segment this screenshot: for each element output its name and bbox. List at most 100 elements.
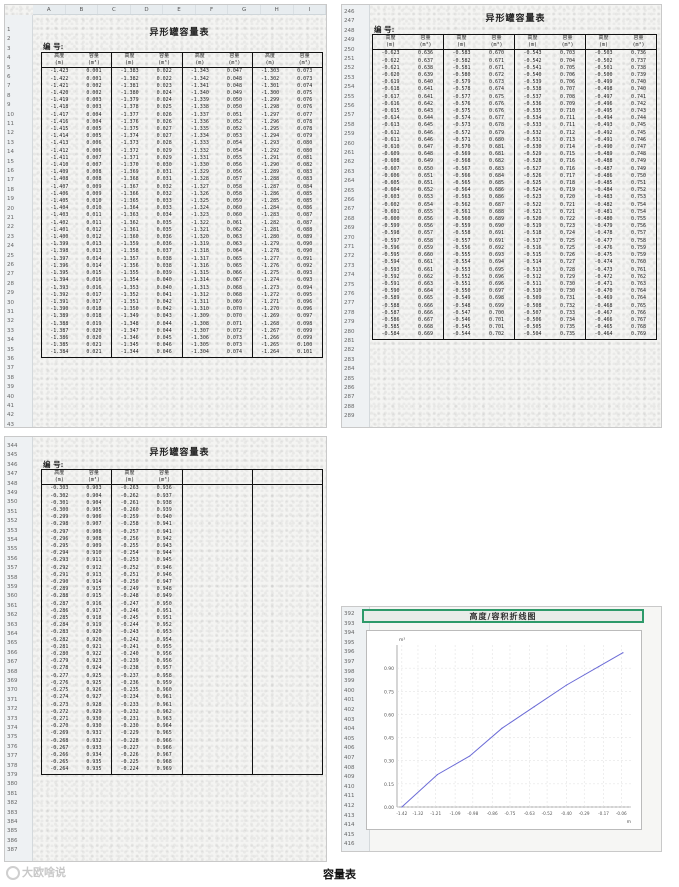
volume-cell[interactable]: 0.963 <box>147 716 182 723</box>
volume-cell[interactable]: 0.928 <box>77 702 112 709</box>
volume-cell[interactable]: 0.048 <box>217 83 252 90</box>
volume-cell[interactable]: 0.935 <box>77 759 112 766</box>
height-cell[interactable] <box>251 658 288 666</box>
height-cell[interactable] <box>181 759 218 767</box>
row-number[interactable]: 344 <box>5 443 33 449</box>
height-cell[interactable] <box>251 499 288 508</box>
volume-cell[interactable]: 0.094 <box>287 285 322 292</box>
volume-cell[interactable]: 0.941 <box>147 529 182 536</box>
volume-cell[interactable]: 0.054 <box>217 140 252 147</box>
volume-cell[interactable] <box>287 477 323 486</box>
volume-cell[interactable]: 0.099 <box>287 328 322 335</box>
volume-cell[interactable]: 0.730 <box>550 281 586 288</box>
height-cell[interactable]: -0.235 <box>111 687 147 695</box>
row-number[interactable]: 265 <box>342 188 370 194</box>
height-cell[interactable]: -0.548 <box>443 302 479 310</box>
height-cell[interactable]: -1.292 <box>251 147 288 155</box>
height-cell[interactable]: -0.505 <box>514 324 550 332</box>
row-number[interactable]: 9 <box>5 102 33 108</box>
volume-cell[interactable]: 0.935 <box>77 766 112 774</box>
volume-cell[interactable]: 0.927 <box>77 694 112 701</box>
height-cell[interactable]: -0.557 <box>443 237 479 245</box>
height-cell[interactable]: -1.407 <box>40 183 77 191</box>
volume-cell[interactable]: 0.919 <box>77 622 112 629</box>
volume-cell[interactable]: 0.088 <box>287 227 322 234</box>
height-cell[interactable] <box>251 701 288 709</box>
height-cell[interactable]: -1.304 <box>181 349 218 358</box>
volume-cell[interactable]: 0.049 <box>217 90 252 97</box>
height-cell[interactable]: -1.404 <box>40 205 77 213</box>
height-cell[interactable]: -1.350 <box>111 306 147 314</box>
volume-cell[interactable]: 0.702 <box>479 331 515 339</box>
volume-cell[interactable]: 0.698 <box>479 295 515 302</box>
volume-cell[interactable]: 0.961 <box>147 694 182 701</box>
volume-cell[interactable]: 0.030 <box>147 162 182 169</box>
volume-cell[interactable]: 0.908 <box>77 536 112 543</box>
volume-cell[interactable]: 0.641 <box>408 86 444 93</box>
height-cell[interactable]: -0.590 <box>372 288 408 296</box>
height-cell[interactable] <box>251 687 288 695</box>
volume-cell[interactable]: 0.040 <box>147 285 182 292</box>
volume-cell[interactable]: 0.070 <box>217 313 252 320</box>
row-number[interactable]: 1 <box>5 27 33 33</box>
volume-cell[interactable]: 0.043 <box>147 313 182 320</box>
column-letter[interactable]: G <box>228 5 261 14</box>
row-number[interactable]: 6 <box>5 74 33 80</box>
height-cell[interactable]: -0.597 <box>372 237 408 245</box>
volume-cell[interactable]: 容量 <box>408 35 444 43</box>
height-cell[interactable]: -1.310 <box>181 306 218 314</box>
volume-cell[interactable]: 0.957 <box>147 665 182 672</box>
volume-cell[interactable] <box>217 485 252 493</box>
volume-cell[interactable]: 0.754 <box>621 209 657 216</box>
height-cell[interactable]: -1.382 <box>111 75 147 83</box>
volume-cell[interactable]: 0.912 <box>77 565 112 572</box>
volume-cell[interactable]: 0.012 <box>77 234 112 241</box>
row-number[interactable]: 285 <box>342 376 370 382</box>
height-cell[interactable]: -0.540 <box>514 72 550 80</box>
volume-cell[interactable]: 0.002 <box>77 90 112 97</box>
row-number[interactable]: 23 <box>5 234 33 240</box>
height-cell[interactable]: -1.406 <box>40 190 77 199</box>
height-cell[interactable]: -0.502 <box>585 57 621 65</box>
volume-cell[interactable]: 0.691 <box>479 238 515 245</box>
volume-cell[interactable]: (m³) <box>76 477 112 486</box>
volume-cell[interactable]: 0.916 <box>77 601 112 608</box>
height-cell[interactable]: -1.338 <box>181 104 218 112</box>
volume-cell[interactable]: 0.706 <box>550 72 586 79</box>
volume-cell[interactable] <box>217 550 252 557</box>
volume-cell[interactable]: 0.054 <box>217 148 252 155</box>
height-cell[interactable] <box>251 579 288 587</box>
height-cell[interactable]: -0.296 <box>40 535 77 544</box>
volume-cell[interactable] <box>217 637 252 644</box>
volume-cell[interactable]: 0.655 <box>408 209 444 216</box>
row-number[interactable]: 262 <box>342 159 370 165</box>
height-cell[interactable]: -0.231 <box>111 715 147 724</box>
row-number[interactable]: 382 <box>5 800 33 806</box>
height-cell[interactable] <box>181 571 218 580</box>
volume-cell[interactable]: 0.662 <box>408 274 444 281</box>
height-cell[interactable]: -1.339 <box>181 97 218 105</box>
volume-cell[interactable]: 0.097 <box>287 313 322 320</box>
row-number[interactable]: 29 <box>5 290 33 296</box>
height-cell[interactable]: -0.280 <box>40 651 77 659</box>
volume-cell[interactable]: 0.033 <box>147 198 182 205</box>
column-letter[interactable]: E <box>163 5 196 14</box>
volume-cell[interactable] <box>217 738 252 745</box>
height-cell[interactable]: 高度 <box>443 34 479 43</box>
height-cell[interactable]: 高度 <box>514 34 550 43</box>
height-cell[interactable]: -0.266 <box>40 751 77 760</box>
volume-cell[interactable] <box>217 730 252 737</box>
volume-cell[interactable]: 0.026 <box>147 112 182 119</box>
height-cell[interactable]: -0.609 <box>372 151 408 159</box>
row-number[interactable]: 248 <box>342 28 370 34</box>
height-cell[interactable]: -0.487 <box>585 165 621 173</box>
volume-cell[interactable]: 0.659 <box>408 245 444 252</box>
volume-cell[interactable]: 0.721 <box>550 202 586 209</box>
volume-cell[interactable]: 0.731 <box>550 295 586 302</box>
height-cell[interactable]: -1.327 <box>181 183 218 191</box>
volume-cell[interactable]: 0.056 <box>217 162 252 169</box>
volume-cell[interactable]: 0.010 <box>77 205 112 212</box>
volume-cell[interactable]: 0.009 <box>77 191 112 198</box>
row-number[interactable]: 367 <box>5 659 33 665</box>
height-cell[interactable]: -0.509 <box>514 295 550 303</box>
